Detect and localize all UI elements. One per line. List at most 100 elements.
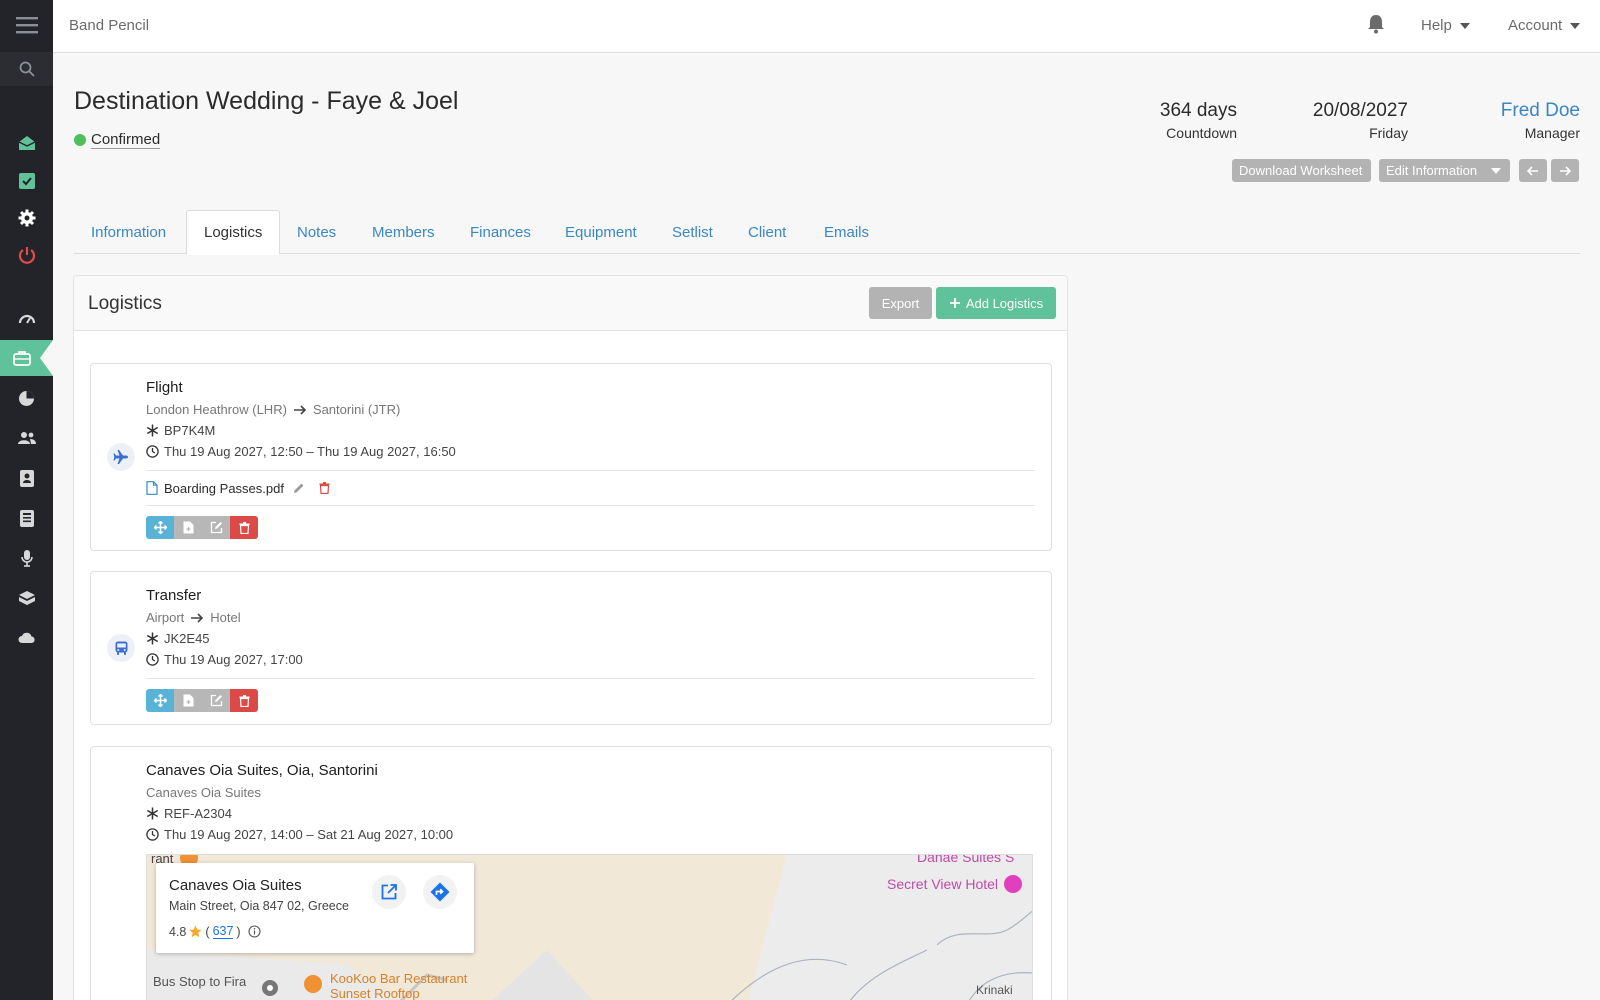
manager-label: Manager [1524, 125, 1580, 141]
tab-client[interactable]: Client [731, 210, 803, 254]
item-title: Flight [146, 379, 183, 396]
tab-information[interactable]: Information [74, 210, 183, 254]
manager-link[interactable]: Fred Doe [1501, 100, 1580, 122]
map-info-card: Canaves Oia Suites Main Street, Oia 847 … [156, 863, 474, 953]
tab-members[interactable]: Members [355, 210, 452, 254]
item-time: Thu 19 Aug 2027, 17:00 [146, 652, 1035, 667]
embedded-map[interactable]: Danae Suites S Secret View Hotel rant Bu… [146, 854, 1033, 1000]
edit-icon [210, 521, 222, 534]
attach-file-button[interactable] [174, 689, 202, 712]
delete-button[interactable] [230, 516, 258, 539]
clock-icon [146, 653, 159, 666]
contacts-icon[interactable] [0, 460, 53, 496]
asterisk-icon [146, 807, 159, 820]
tab-setlist[interactable]: Setlist [655, 210, 730, 254]
attachment-filename[interactable]: Boarding Passes.pdf [164, 481, 284, 496]
route-from: London Heathrow (LHR) [146, 402, 287, 417]
item-time: Thu 19 Aug 2027, 14:00 – Sat 21 Aug 2027… [146, 827, 1035, 842]
route-to: Hotel [210, 610, 241, 625]
file-add-icon [183, 694, 193, 707]
dashboard-icon[interactable] [0, 300, 53, 336]
tab-finances[interactable]: Finances [453, 210, 548, 254]
edit-button[interactable] [202, 516, 230, 539]
box-icon[interactable] [0, 580, 53, 616]
download-worksheet-label: Download Worksheet [1239, 163, 1363, 178]
users-icon[interactable] [0, 420, 53, 456]
delete-button[interactable] [230, 689, 258, 712]
countdown-value: 364 days [1159, 100, 1237, 121]
reference-code: REF-A2304 [164, 806, 232, 821]
app-brand[interactable]: Band Pencil [69, 17, 149, 34]
edit-information-button[interactable]: Edit Information [1379, 159, 1510, 182]
edit-icon [210, 694, 222, 707]
attach-file-button[interactable] [174, 516, 202, 539]
clock-icon [146, 445, 159, 458]
arrow-left-icon [1527, 165, 1538, 176]
open-in-maps-button[interactable] [372, 875, 406, 909]
edit-button[interactable] [202, 689, 230, 712]
search-icon[interactable] [0, 51, 53, 87]
route-to: Santorini (JTR) [312, 402, 401, 417]
tab-emails[interactable]: Emails [807, 210, 886, 254]
edit-information-label: Edit Information [1386, 163, 1478, 178]
top-bar: Band Pencil Help Account [53, 0, 1600, 53]
external-link-icon [381, 884, 397, 900]
item-title: Canaves Oia Suites, Oia, Santorini [146, 762, 378, 779]
pie-chart-icon[interactable] [0, 380, 53, 416]
invoice-icon[interactable] [0, 500, 53, 536]
map-label-krinaki[interactable]: Krinaki [976, 983, 1013, 997]
inbox-icon[interactable] [0, 125, 53, 161]
review-count-link[interactable]: 637 [212, 924, 234, 939]
bus-icon [107, 634, 135, 662]
asterisk-icon [146, 424, 159, 437]
previous-event-button[interactable] [1519, 159, 1547, 182]
bell-icon[interactable] [1367, 14, 1385, 34]
hamburger-menu-icon[interactable] [0, 7, 53, 43]
sidebar [0, 0, 53, 1000]
rating-value: 4.8 [169, 924, 187, 939]
item-reference: REF-A2304 [146, 806, 1035, 821]
map-label-sunset-rooftop[interactable]: Sunset Rooftop [330, 986, 420, 1000]
panel-title: Logistics [88, 293, 162, 314]
tab-notes[interactable]: Notes [280, 210, 353, 254]
time-range: Thu 19 Aug 2027, 14:00 – Sat 21 Aug 2027… [164, 827, 454, 842]
map-label-bus-stop[interactable]: Bus Stop to Fira [153, 974, 246, 989]
info-icon[interactable] [248, 925, 261, 938]
briefcase-icon[interactable] [0, 340, 53, 376]
download-worksheet-button[interactable]: Download Worksheet [1232, 159, 1371, 182]
next-event-button[interactable] [1551, 159, 1579, 182]
map-label-secret-view-hotel[interactable]: Secret View Hotel [887, 876, 998, 892]
tab-equipment[interactable]: Equipment [548, 210, 654, 254]
export-button[interactable]: Export [869, 287, 932, 319]
time-range: Thu 19 Aug 2027, 12:50 – Thu 19 Aug 2027… [164, 444, 456, 459]
item-reference: BP7K4M [146, 423, 1035, 438]
map-label-kookoo[interactable]: KooKoo Bar Restaurant [330, 971, 467, 986]
tab-logistics[interactable]: Logistics [186, 210, 281, 255]
gear-icon[interactable] [0, 200, 53, 236]
help-menu[interactable]: Help [1421, 17, 1470, 34]
cloud-icon[interactable] [0, 620, 53, 656]
account-menu[interactable]: Account [1508, 17, 1581, 34]
directions-button[interactable] [423, 875, 457, 909]
hotel-name: Canaves Oia Suites [146, 785, 261, 800]
item-route: London Heathrow (LHR) Santorini (JTR) [146, 402, 1035, 417]
countdown-label: Countdown [1166, 125, 1237, 141]
arrow-right-icon [1560, 165, 1571, 176]
tab-bar: Information Logistics Notes Members Fina… [74, 210, 1580, 255]
tasks-icon[interactable] [0, 163, 53, 199]
power-icon[interactable] [0, 237, 53, 273]
attachment-row: Boarding Passes.pdf [146, 471, 1035, 505]
divider [146, 505, 1035, 506]
status-badge[interactable]: Confirmed [74, 131, 161, 149]
microphone-icon[interactable] [0, 540, 53, 576]
plus-icon [949, 298, 960, 308]
trash-icon[interactable] [319, 482, 330, 494]
item-title: Transfer [146, 587, 202, 604]
pencil-icon[interactable] [293, 482, 305, 494]
add-logistics-button[interactable]: Add Logistics [936, 287, 1056, 319]
panel-header: Logistics Export Add Logistics [74, 276, 1067, 331]
map-label-danae[interactable]: Danae Suites S [917, 855, 1014, 865]
move-button[interactable] [146, 516, 174, 539]
date-weekday: Friday [1369, 125, 1408, 141]
move-button[interactable] [146, 689, 174, 712]
